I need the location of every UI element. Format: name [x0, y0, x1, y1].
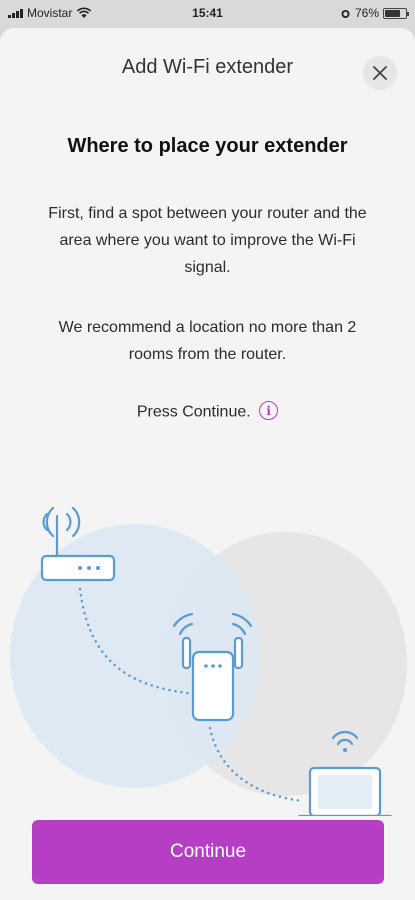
status-bar: Movistar 15:41 76%: [0, 0, 415, 26]
modal-sheet: Add Wi-Fi extender Where to place your e…: [0, 28, 415, 900]
battery-icon: [383, 7, 409, 19]
battery-percent: 76%: [354, 6, 379, 20]
press-continue-line: Press Continue. i: [0, 401, 415, 422]
page-title: Add Wi-Fi extender: [121, 56, 294, 78]
info-icon[interactable]: i: [259, 401, 279, 420]
press-continue-text: Press Continue.: [136, 403, 251, 421]
battery-fill: [385, 9, 401, 17]
placement-illustration: [10, 506, 407, 816]
instruction-paragraph: First, find a spot between your router a…: [48, 205, 367, 276]
status-right: 76%: [340, 6, 409, 20]
continue-button[interactable]: Continue: [32, 820, 384, 884]
close-icon: [373, 66, 387, 80]
section-heading: Where to place your extender: [67, 135, 348, 157]
close-button[interactable]: [363, 56, 397, 90]
recommendation-paragraph: We recommend a location no more than 2 r…: [58, 319, 357, 363]
alarm-icon: [341, 9, 350, 18]
